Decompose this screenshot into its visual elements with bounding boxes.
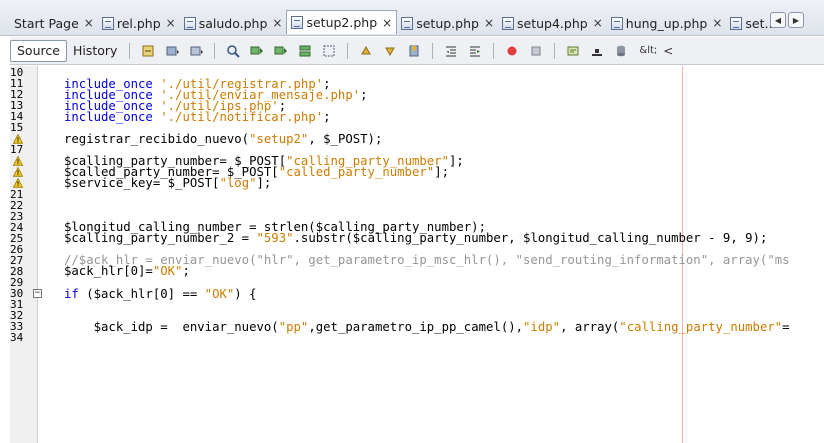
tab-label: saludo.php bbox=[198, 15, 268, 31]
code-line[interactable]: $service_key= $_POST["log"]; bbox=[10, 176, 824, 190]
uncomment-icon[interactable] bbox=[588, 42, 606, 60]
fold-toggle-icon[interactable]: − bbox=[33, 289, 42, 299]
find-previous-icon[interactable] bbox=[248, 42, 266, 60]
toolbar-separator bbox=[554, 42, 556, 59]
close-tab-icon[interactable]: × bbox=[712, 16, 722, 30]
shift-left-icon[interactable] bbox=[442, 42, 460, 60]
php-file-icon bbox=[291, 16, 304, 29]
tab-label: setup.php bbox=[416, 15, 479, 31]
toolbar-separator bbox=[432, 42, 434, 59]
find-icon[interactable] bbox=[224, 42, 242, 60]
close-tab-icon[interactable]: × bbox=[272, 16, 282, 30]
code-line[interactable]: 30− if ($ack_hlr[0] == "OK") { bbox=[10, 287, 824, 301]
close-tab-icon[interactable]: × bbox=[484, 16, 494, 30]
entity-text: &lt; bbox=[639, 45, 658, 56]
database-icon[interactable] bbox=[612, 42, 630, 60]
close-tab-icon[interactable]: × bbox=[382, 16, 392, 30]
code-line[interactable]: 14 include_once './util/notificar.php'; bbox=[10, 110, 824, 124]
start-macro-recording-icon[interactable] bbox=[503, 42, 521, 60]
comment-icon[interactable] bbox=[564, 42, 582, 60]
php-file-icon bbox=[610, 16, 623, 30]
line-number: 34 bbox=[10, 331, 24, 345]
toggle-bookmark-icon[interactable] bbox=[405, 42, 423, 60]
tab-label: rel.php bbox=[116, 15, 161, 31]
shift-right-icon[interactable] bbox=[466, 42, 484, 60]
history-tab-button[interactable]: History bbox=[67, 40, 123, 62]
tab-label: Start Page bbox=[14, 15, 79, 31]
tab-1[interactable]: Start Page × bbox=[10, 12, 98, 34]
code-line[interactable]: 22 bbox=[10, 199, 824, 212]
code-line[interactable]: 31 bbox=[10, 298, 824, 311]
code-line[interactable]: 28 $ack_hlr[0]="OK"; bbox=[10, 264, 824, 278]
warning-icon[interactable] bbox=[13, 166, 23, 177]
tab-label: setup4.php bbox=[517, 15, 588, 31]
scroll-tabs-left-button[interactable]: ◀ bbox=[770, 12, 786, 28]
php-file-icon bbox=[101, 16, 114, 30]
code-line[interactable]: 25 $calling_party_number_2 = "593".substr… bbox=[10, 231, 824, 245]
tab-3[interactable]: saludo.php × bbox=[180, 12, 287, 34]
warning-icon[interactable] bbox=[13, 178, 23, 188]
close-tab-icon[interactable]: × bbox=[166, 16, 176, 30]
php-file-icon bbox=[401, 16, 414, 30]
tab-2[interactable]: rel.php × bbox=[98, 12, 180, 34]
toggle-highlight-icon[interactable] bbox=[296, 42, 314, 60]
toolbar-separator bbox=[129, 42, 131, 59]
stop-macro-recording-icon[interactable] bbox=[527, 42, 545, 60]
toolbar-separator bbox=[493, 42, 495, 59]
code-line[interactable]: 33 $ack_idp = enviar_nuevo("pp",get_para… bbox=[10, 320, 824, 334]
scroll-tabs-right-button[interactable]: ▶ bbox=[788, 12, 804, 28]
next-bookmark-icon[interactable] bbox=[381, 42, 399, 60]
tab-label: hung_up.php bbox=[625, 15, 708, 31]
warning-icon[interactable] bbox=[13, 155, 23, 166]
last-edit-icon[interactable] bbox=[139, 42, 157, 60]
toggle-rectangular-selection-icon[interactable] bbox=[320, 42, 338, 60]
tab-navigation: ◀ ▶ bbox=[770, 12, 804, 28]
close-tab-icon[interactable]: × bbox=[84, 16, 94, 30]
warning-icon[interactable] bbox=[13, 133, 23, 144]
tab-5[interactable]: setup.php × bbox=[397, 12, 498, 34]
lt-text: < bbox=[663, 43, 674, 58]
code-line[interactable]: 34 bbox=[10, 331, 824, 345]
find-next-icon[interactable] bbox=[272, 42, 290, 60]
php-file-icon bbox=[502, 16, 515, 30]
tab-7[interactable]: hung_up.php × bbox=[607, 12, 727, 34]
tab-4[interactable]: setup2.php × bbox=[286, 10, 398, 34]
previous-bookmark-icon[interactable] bbox=[357, 42, 375, 60]
code-line[interactable]: 21 bbox=[10, 188, 824, 201]
toolbar-separator bbox=[347, 42, 349, 59]
tab-label: setup2.php bbox=[306, 15, 378, 30]
php-file-icon bbox=[183, 16, 196, 30]
back-icon[interactable] bbox=[163, 42, 181, 60]
code-line[interactable]: registrar_recibido_nuevo("setup2", $_POS… bbox=[10, 132, 824, 146]
editor-toolbar: Source History &lt; < bbox=[10, 37, 824, 65]
code-editor[interactable]: 10 11 include_once './util/registrar.php';… bbox=[10, 66, 824, 443]
tab-list: Start Page × rel.php × saludo.php × setup2.php… bbox=[10, 10, 781, 34]
tab-6[interactable]: setup4.php × bbox=[498, 12, 607, 34]
close-tab-icon[interactable]: × bbox=[593, 16, 603, 30]
php-file-icon bbox=[730, 16, 743, 30]
editor-tab-bar: Start Page × rel.php × saludo.php × setup2.php… bbox=[0, 0, 824, 36]
toolbar-separator bbox=[214, 42, 216, 59]
forward-icon[interactable] bbox=[187, 42, 205, 60]
source-tab-button[interactable]: Source bbox=[10, 39, 67, 62]
